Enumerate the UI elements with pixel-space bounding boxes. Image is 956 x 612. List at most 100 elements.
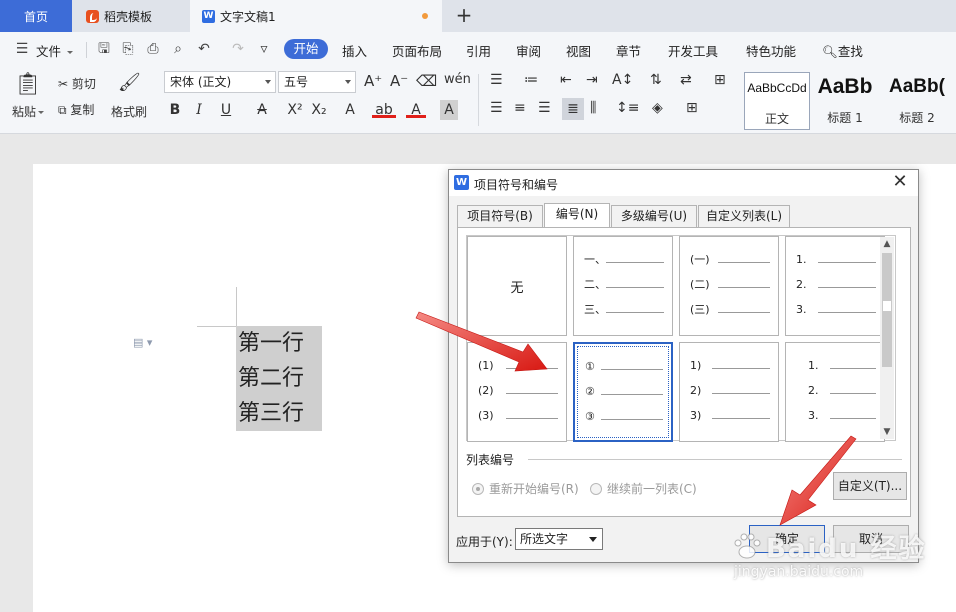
increase-indent-icon[interactable]: ⇥ <box>586 72 598 88</box>
preview-text-line <box>601 394 663 395</box>
gallery-scrollbar[interactable]: ▲ ▼ <box>880 237 894 439</box>
menu-developer[interactable]: 开发工具 <box>668 41 718 60</box>
numbering-option[interactable]: 一、 二、 三、 <box>573 236 673 336</box>
format-painter-icon[interactable]: 🖌︎ <box>118 72 142 96</box>
chevron-down-icon <box>67 51 73 54</box>
numbering-option[interactable]: (一) (二) (三) <box>679 236 779 336</box>
shrink-font-icon[interactable]: A⁻ <box>390 72 408 90</box>
style-heading-2[interactable]: AaBb( 标题 2 <box>878 72 956 130</box>
redo-icon[interactable]: ↷ <box>230 41 246 57</box>
dialog-titlebar[interactable]: W 项目符号和编号 ✕ <box>449 170 918 196</box>
menu-search[interactable]: 🔍︎查找 <box>822 41 863 60</box>
bullets-icon[interactable]: ☰ <box>490 72 503 88</box>
text-line[interactable]: 第二行 <box>236 361 322 396</box>
strikethrough-icon[interactable]: A <box>250 100 274 120</box>
copy-button[interactable]: ⧉ 复制 <box>58 101 94 118</box>
paste-label: 粘贴 <box>12 105 37 119</box>
save-icon[interactable]: 🖫 <box>96 41 112 57</box>
char-shading-icon[interactable]: A <box>440 100 458 120</box>
text-line[interactable]: 第一行 <box>236 326 322 361</box>
numbering-option[interactable]: 1) 2) 3) <box>679 342 779 442</box>
tab-multilevel[interactable]: 多级编号(U) <box>611 205 697 227</box>
italic-icon[interactable]: I <box>190 100 208 120</box>
line-break-icon[interactable]: ⇄ <box>680 72 692 88</box>
align-right-icon[interactable]: ☰ <box>538 100 551 116</box>
menu-start[interactable]: 开始 <box>284 39 328 59</box>
continue-list-radio[interactable]: 继续前一列表(C) <box>590 480 697 497</box>
apply-to-select[interactable]: 所选文字 <box>515 528 603 550</box>
font-name-select[interactable]: 宋体 (正文) <box>164 71 276 93</box>
tab-daoke-templates[interactable]: 稻壳模板 <box>74 0 188 32</box>
highlight-icon[interactable]: ab <box>372 100 396 118</box>
paragraph-handle-icon[interactable]: ▤ ▾ <box>133 336 157 350</box>
numbering-option[interactable]: (1) (2) (3) <box>467 342 567 442</box>
align-center-icon[interactable]: ≡ <box>514 100 526 116</box>
print-preview-icon[interactable]: ⌕ <box>170 41 186 57</box>
numbering-option[interactable]: 1. 2. 3. <box>785 342 885 442</box>
underline-icon[interactable]: U <box>214 100 238 120</box>
decrease-indent-icon[interactable]: ⇤ <box>560 72 572 88</box>
hamburger-icon[interactable]: ☰ <box>14 41 30 57</box>
tab-document[interactable]: W 文字文稿1 <box>190 0 442 32</box>
restart-numbering-radio[interactable]: 重新开始编号(R) <box>472 480 579 497</box>
sort-icon[interactable]: ⇅ <box>650 72 662 88</box>
superscript-icon[interactable]: X² <box>284 100 306 120</box>
menu-section[interactable]: 章节 <box>616 41 641 60</box>
tab-numbering[interactable]: 编号(N) <box>544 203 610 227</box>
menu-references[interactable]: 引用 <box>466 41 491 60</box>
numbering-icon[interactable]: ≔ <box>524 72 538 88</box>
paste-icon[interactable]: 📋︎ <box>14 72 44 98</box>
scroll-down-icon[interactable]: ▼ <box>880 425 894 439</box>
menu-file[interactable]: 文件 <box>36 41 73 60</box>
subscript-icon[interactable]: X₂ <box>308 100 330 120</box>
tab-custom-list[interactable]: 自定义列表(L) <box>698 205 790 227</box>
menu-insert[interactable]: 插入 <box>342 41 367 60</box>
style-normal[interactable]: AaBbCcDd 正文 <box>744 72 810 130</box>
bold-icon[interactable]: B <box>166 100 184 120</box>
numbering-preview-row: 三、 <box>584 303 664 317</box>
numbering-preview-row: ③ <box>585 410 663 424</box>
menu-view[interactable]: 视图 <box>566 41 591 60</box>
print-icon[interactable]: ⎙ <box>145 41 161 57</box>
cancel-button[interactable]: 取消 <box>833 525 909 553</box>
line-spacing-icon[interactable]: ↕≡ <box>616 100 639 116</box>
phonetic-guide-icon[interactable]: wén <box>444 72 471 87</box>
clear-format-icon[interactable]: ⌫ <box>416 72 437 90</box>
numbering-preview-row: (一) <box>690 253 770 267</box>
export-icon[interactable]: ⎘ <box>120 41 136 57</box>
numbering-preview-row: (2) <box>478 384 558 398</box>
customize-toolbar-icon[interactable]: ▿ <box>256 41 272 57</box>
text-effect-icon[interactable]: A <box>338 100 362 120</box>
align-left-icon[interactable]: ☰ <box>490 100 503 116</box>
menu-special[interactable]: 特色功能 <box>746 41 796 60</box>
style-heading-1[interactable]: AaBb 标题 1 <box>812 72 878 130</box>
shading-icon[interactable]: ◈ <box>652 100 663 116</box>
format-painter-button[interactable]: 格式刷 <box>111 103 147 120</box>
numbering-option-none[interactable]: 无 <box>467 236 567 336</box>
tab-bullets[interactable]: 项目符号(B) <box>457 205 543 227</box>
font-color-icon[interactable]: A <box>406 100 426 118</box>
new-tab-button[interactable]: + <box>454 4 474 26</box>
tab-home[interactable]: 首页 <box>0 0 72 32</box>
text-direction-icon[interactable]: A↕ <box>612 72 633 88</box>
menu-layout[interactable]: 页面布局 <box>392 41 442 60</box>
numbering-option[interactable]: 1. 2. 3. <box>785 236 885 336</box>
numbering-preview-row: ① <box>585 360 663 374</box>
preview-text-line <box>718 312 770 313</box>
cut-button[interactable]: ✂ 剪切 <box>58 75 96 92</box>
text-line[interactable]: 第三行 <box>236 396 322 431</box>
ok-button[interactable]: 确定 <box>749 525 825 553</box>
grow-font-icon[interactable]: A⁺ <box>364 72 382 90</box>
customize-button[interactable]: 自定义(T)... <box>833 472 907 500</box>
numbering-option[interactable]: ① ② ③ <box>573 342 673 442</box>
font-size-select[interactable]: 五号 <box>278 71 356 93</box>
scroll-up-icon[interactable]: ▲ <box>880 237 894 251</box>
borders-icon[interactable]: ⊞ <box>686 100 698 116</box>
show-marks-icon[interactable]: ⊞ <box>714 72 726 88</box>
close-icon[interactable]: ✕ <box>890 172 910 192</box>
menu-review[interactable]: 审阅 <box>516 41 541 60</box>
align-justify-icon[interactable]: ≣ <box>562 98 584 120</box>
distribute-icon[interactable]: ⫼ <box>590 100 596 116</box>
paste-button[interactable]: 粘贴 <box>12 103 45 120</box>
undo-icon[interactable]: ↶ <box>196 41 212 57</box>
